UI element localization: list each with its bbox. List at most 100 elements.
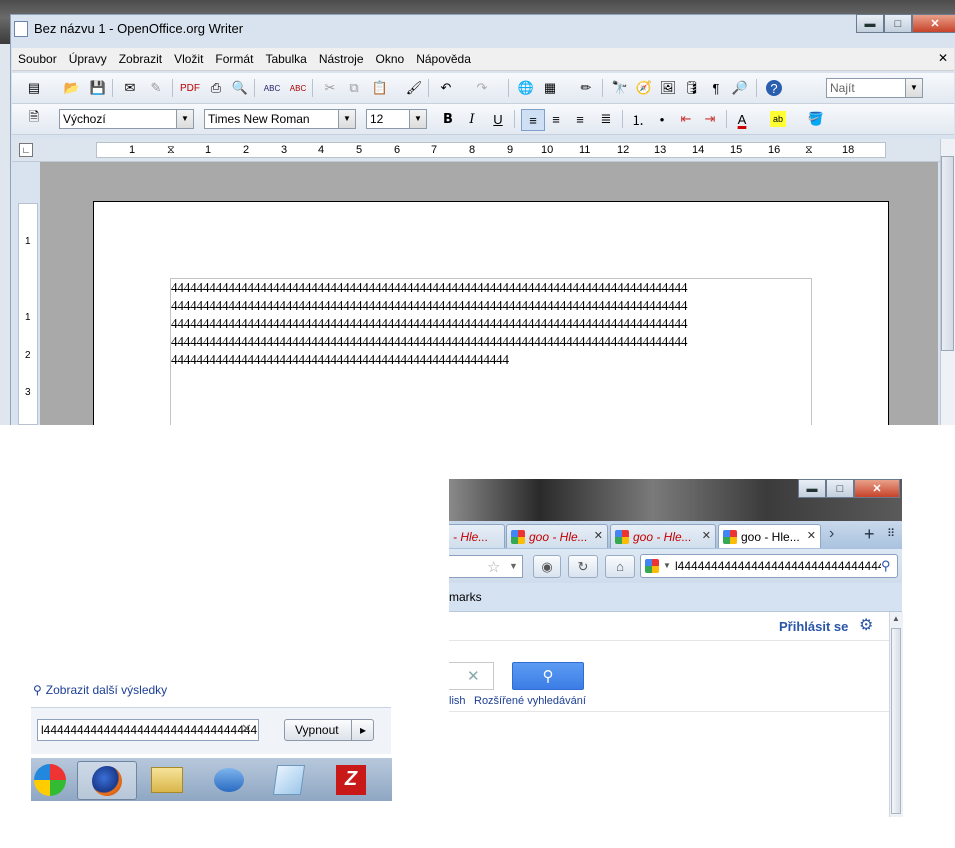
decrease-indent-icon[interactable]: ⇤ (678, 111, 694, 127)
document-text-line[interactable]: 4444444444444444444444444444444444444444… (171, 351, 509, 369)
taskbar-filezilla[interactable]: Z (322, 761, 380, 798)
gear-icon[interactable]: ⚙ (859, 615, 873, 635)
align-right-icon[interactable]: ≡ (572, 111, 588, 127)
document-text-line[interactable]: 4444444444444444444444444444444444444444… (171, 333, 688, 351)
font-size-select[interactable]: 12 ▼ (366, 109, 427, 129)
numbering-icon[interactable]: ⒈ (630, 111, 646, 128)
zoom-icon[interactable]: 🔎 (732, 80, 748, 96)
chevron-down-icon[interactable]: ▼ (509, 561, 518, 571)
print-icon[interactable]: ⎙ (208, 80, 224, 96)
taskbar-firefox[interactable] (77, 761, 137, 800)
open-folder-icon[interactable]: 📂 (64, 80, 80, 96)
ff-maximize-button[interactable]: □ (826, 479, 854, 498)
redo-icon[interactable]: ↷ (474, 80, 490, 96)
data-sources-icon[interactable]: 🛢 (684, 80, 701, 96)
chevron-down-icon[interactable]: ▼ (338, 110, 355, 128)
cut-icon[interactable]: ✂ (322, 80, 338, 96)
paste-icon[interactable]: 📋 (372, 80, 388, 96)
vertical-ruler[interactable]: 1 1 2 3 (18, 203, 38, 425)
copy-icon[interactable]: ⧉ (346, 80, 362, 96)
show-draw-functions-icon[interactable]: ✏ (578, 80, 594, 96)
styles-formatting-icon[interactable]: 🗎 (26, 109, 42, 127)
bullets-icon[interactable]: • (654, 111, 670, 127)
scrollbar-thumb[interactable] (891, 628, 901, 814)
close-button[interactable]: ✕ (912, 14, 955, 33)
home-button[interactable]: ⌂ (605, 555, 635, 578)
formatting-marks-icon[interactable]: ¶ (708, 80, 724, 96)
chevron-down-icon[interactable]: ▼ (176, 110, 193, 128)
bookmarks-label[interactable]: marks (449, 590, 482, 604)
chevron-down-icon[interactable]: ▼ (663, 555, 671, 577)
help-icon[interactable]: ? (766, 80, 782, 96)
firefox-vertical-scrollbar[interactable]: ▲ (889, 612, 903, 817)
chevron-down-icon[interactable]: ▼ (409, 110, 426, 128)
menu-tabulka[interactable]: Tabulka (259, 52, 312, 66)
gallery-icon[interactable]: 🖼 (660, 80, 677, 96)
right-indent-marker[interactable]: ⧖ (805, 144, 813, 157)
clear-icon[interactable]: ✕ (241, 721, 252, 737)
paragraph-style-select[interactable]: Výchozí ▼ (59, 109, 194, 129)
italic-button[interactable]: I (464, 111, 480, 127)
underline-button[interactable]: U (490, 111, 506, 127)
tab-4-active[interactable]: goo - Hle... ✕ (718, 524, 821, 548)
ff-close-button[interactable]: ✕ (854, 479, 900, 498)
minimize-button[interactable]: ▬ (856, 14, 884, 33)
maximize-button[interactable]: □ (884, 14, 912, 33)
align-left-icon[interactable]: ≡ (521, 109, 545, 131)
align-center-icon[interactable]: ≡ (548, 111, 564, 127)
taskbar-notes[interactable] (260, 761, 318, 798)
tab-3[interactable]: goo - Hle... ✕ (610, 524, 716, 548)
export-pdf-icon[interactable]: PDF (180, 80, 200, 96)
see-more-results-link[interactable]: ⚲ Zobrazit další výsledky (33, 683, 167, 697)
bookmark-star-icon[interactable]: ☆ (487, 558, 500, 576)
menu-vlozit[interactable]: Vložit (168, 52, 209, 66)
advanced-search-link[interactable]: Rozšířené vyhledávání (474, 695, 586, 707)
undo-icon[interactable]: ↶ (438, 80, 454, 96)
shutdown-options-arrow[interactable]: ▸ (351, 720, 374, 740)
menu-soubor[interactable]: Soubor (12, 52, 63, 66)
google-search-input[interactable]: ✕ (449, 662, 494, 690)
find-dropdown-arrow[interactable]: ▼ (905, 79, 922, 97)
new-tab-icon[interactable]: + (864, 524, 875, 545)
new-document-icon[interactable]: ▤ (26, 80, 42, 96)
ruler-scale[interactable]: 1 ⧖ 1 2 3 4 5 6 7 8 9 10 11 12 13 14 15 … (96, 142, 886, 158)
highlighting-icon[interactable]: ab (770, 111, 786, 127)
font-color-icon[interactable]: A (734, 111, 750, 127)
indent-marker[interactable]: ⧖ (167, 144, 175, 157)
clear-search-icon[interactable]: ✕ (467, 667, 480, 685)
document-text-line[interactable]: 4444444444444444444444444444444444444444… (171, 315, 688, 333)
email-icon[interactable]: ✉ (122, 80, 138, 96)
scroll-up-icon[interactable]: ▲ (892, 614, 900, 623)
google-search-button[interactable]: ⚲ (512, 662, 584, 690)
format-paintbrush-icon[interactable]: 🖌 (406, 80, 423, 96)
start-button[interactable] (21, 761, 79, 798)
spellcheck-icon[interactable]: ABC (264, 80, 280, 96)
menu-napoveda[interactable]: Nápověda (410, 52, 477, 66)
save-icon[interactable]: 💾 (90, 80, 106, 96)
start-search-input[interactable]: l44444444444444444444444444444444 (37, 719, 259, 741)
print-preview-icon[interactable]: 🔍 (232, 80, 248, 96)
justify-icon[interactable]: ≣ (598, 111, 614, 127)
language-link[interactable]: lish (449, 695, 466, 707)
tab-type-icon[interactable]: ∟ (19, 143, 33, 157)
tab-1[interactable]: - Hle... (449, 524, 505, 548)
edit-file-icon[interactable]: ✎ (148, 80, 164, 96)
bold-button[interactable]: B (440, 111, 456, 127)
increase-indent-icon[interactable]: ⇥ (702, 111, 718, 127)
shutdown-button[interactable]: Vypnout ▸ (284, 719, 374, 741)
reload-button[interactable]: ↻ (568, 555, 598, 578)
table-icon[interactable]: ▦ (542, 80, 558, 96)
background-color-icon[interactable]: 🪣 (808, 111, 824, 127)
list-all-tabs-icon[interactable]: ⠿ (887, 527, 895, 540)
tab-scroll-icon[interactable]: › (829, 525, 834, 543)
ff-minimize-button[interactable]: ▬ (798, 479, 826, 498)
tab-close-icon[interactable]: ✕ (594, 529, 603, 542)
rss-button[interactable]: ◉ (533, 555, 561, 578)
hyperlink-icon[interactable]: 🌐 (518, 80, 534, 96)
font-name-select[interactable]: Times New Roman ▼ (204, 109, 356, 129)
menu-upravy[interactable]: Úpravy (63, 52, 113, 66)
menu-zobrazit[interactable]: Zobrazit (113, 52, 168, 66)
url-bar-remnant[interactable]: ☆ ▼ (449, 555, 523, 578)
document-text-line[interactable]: 4444444444444444444444444444444444444444… (171, 297, 688, 315)
search-bar[interactable]: ▼ l44444444444444444444444444444444 ⚲ (640, 554, 898, 578)
